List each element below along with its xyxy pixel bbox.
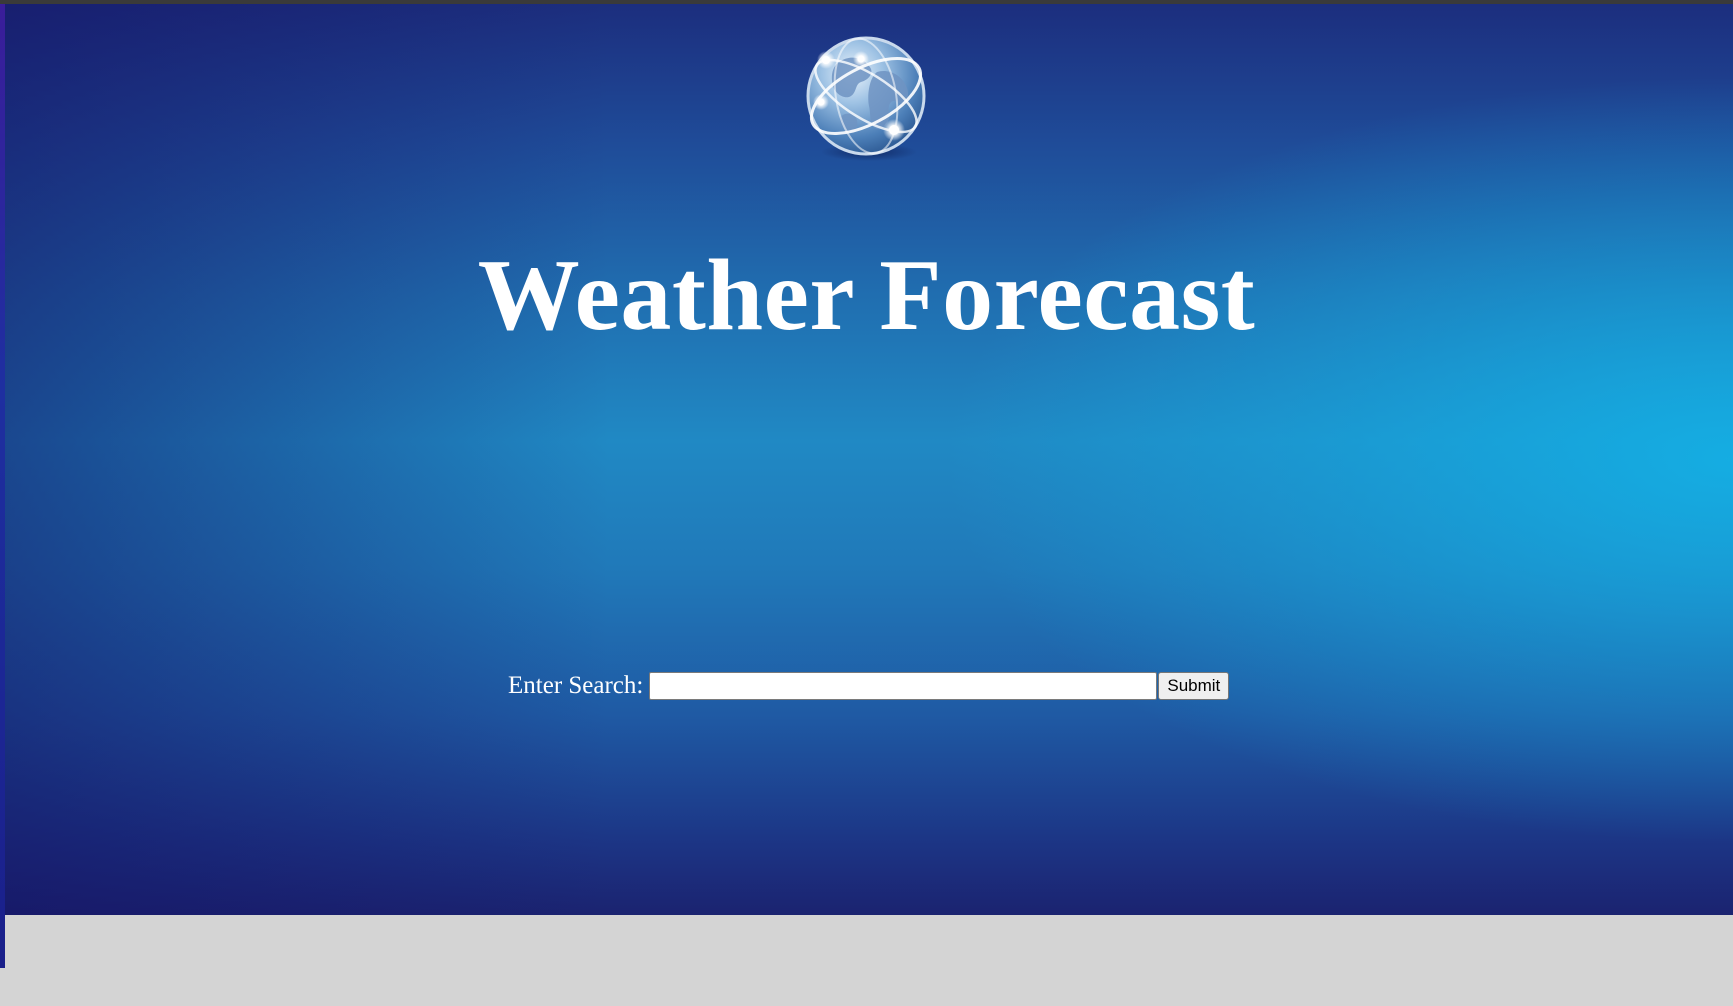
footer-bar xyxy=(5,915,1733,1006)
search-form: Enter Search: Submit xyxy=(508,670,1230,702)
search-label: Enter Search: xyxy=(508,672,644,699)
page-title: Weather Forecast xyxy=(477,239,1256,352)
globe-network-icon xyxy=(806,36,926,161)
submit-button[interactable]: Submit xyxy=(1158,672,1230,700)
search-input[interactable] xyxy=(649,672,1158,700)
